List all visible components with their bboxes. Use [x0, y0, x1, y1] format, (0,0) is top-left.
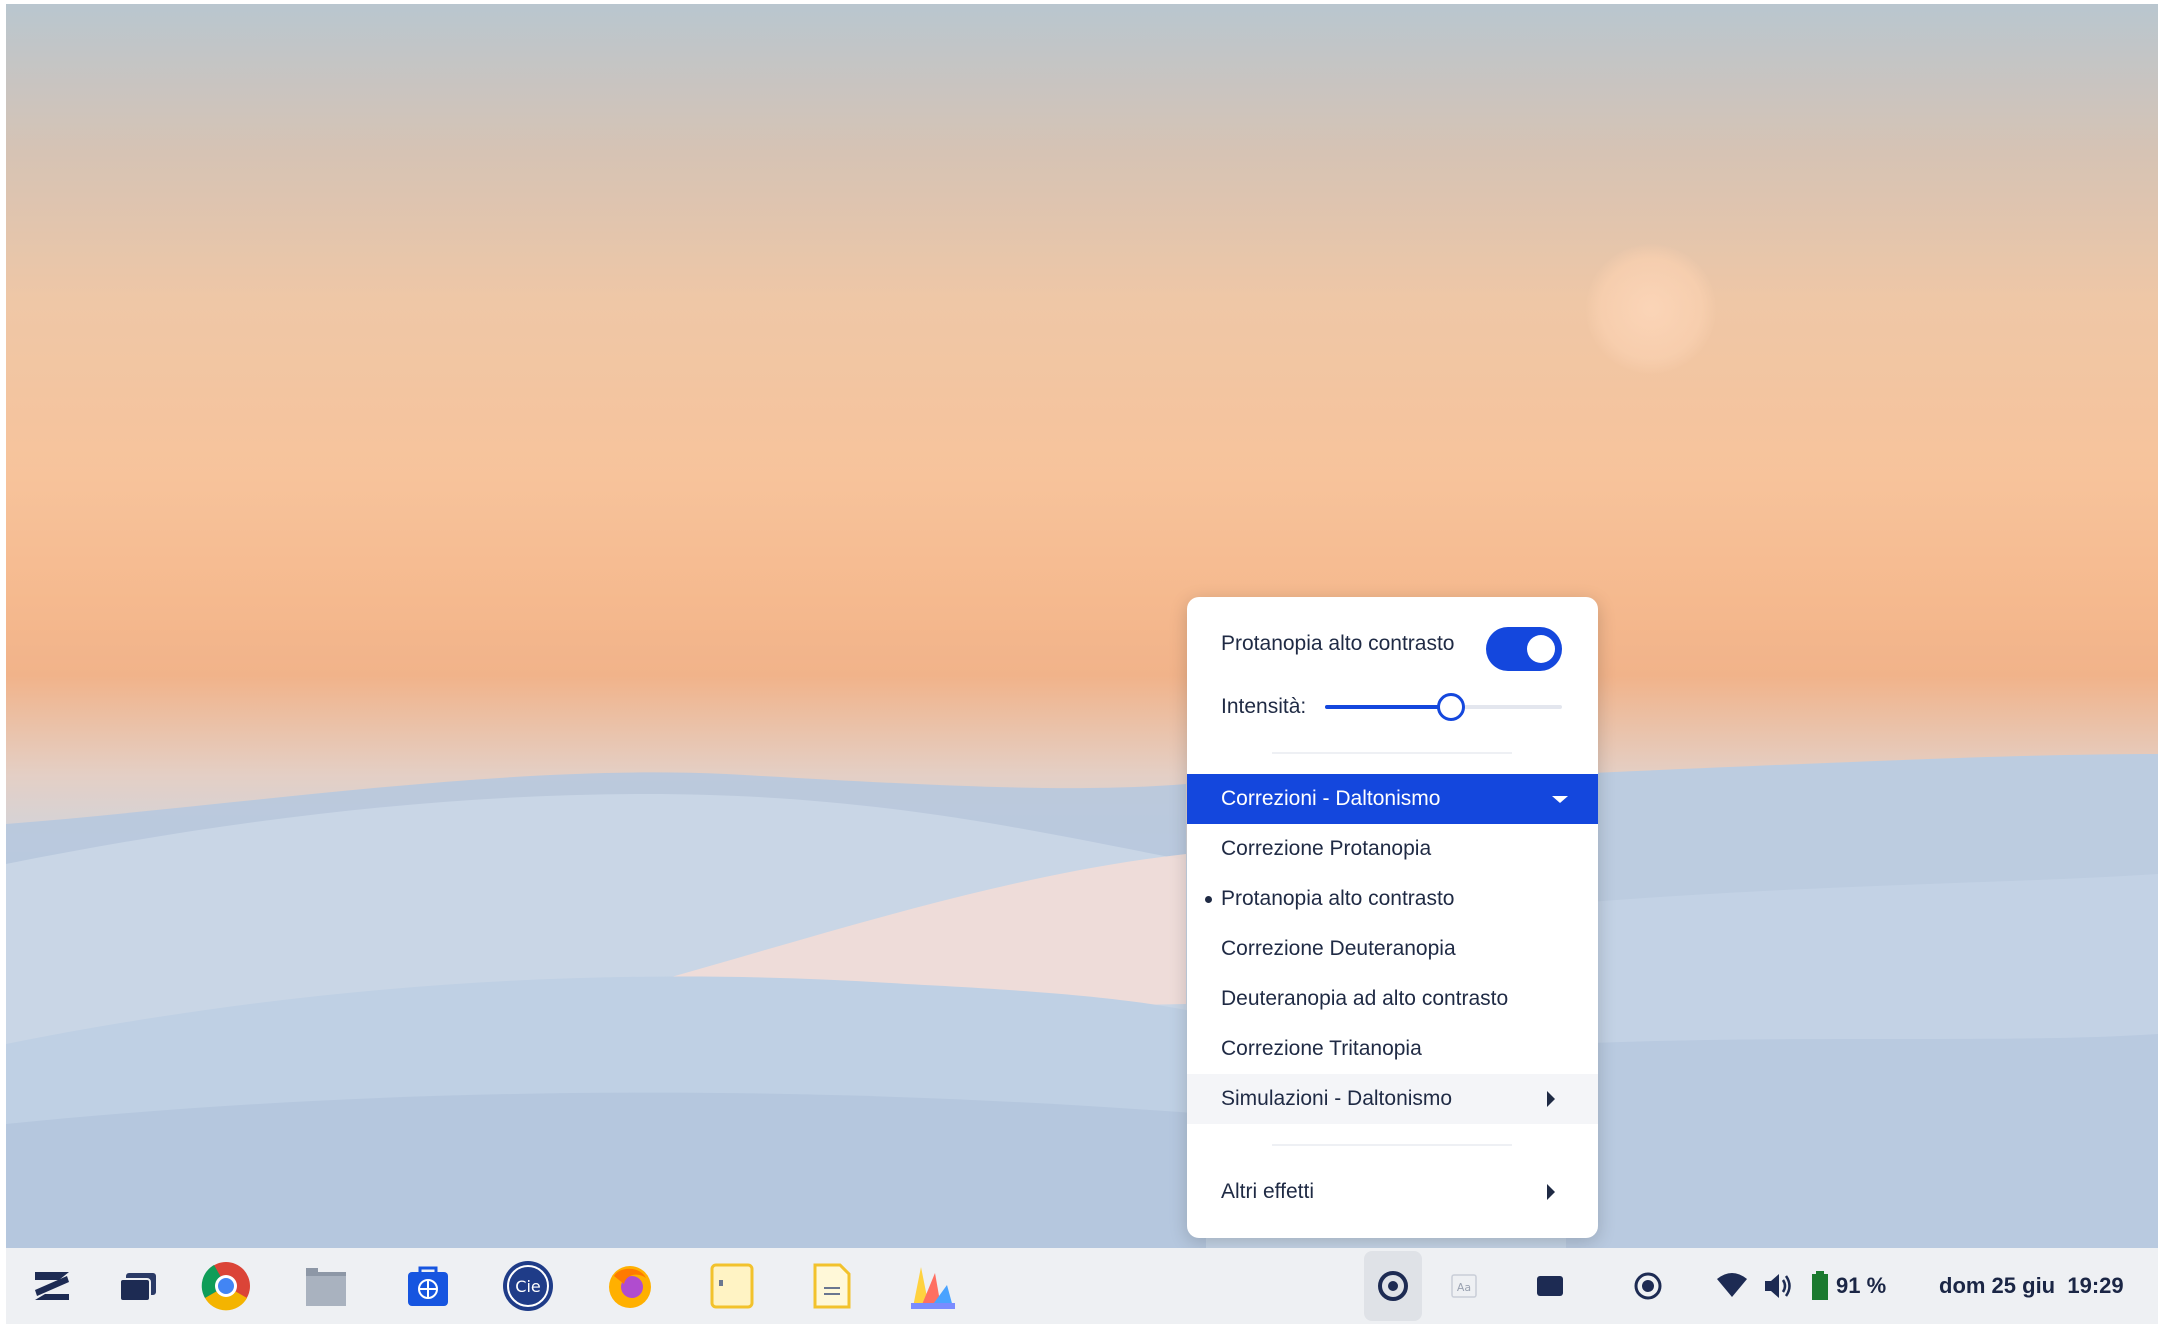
- intensity-row: Intensità:: [1187, 682, 1598, 732]
- color-app-icon[interactable]: [906, 1260, 958, 1312]
- corrections-header[interactable]: Correzioni - Daltonismo: [1187, 774, 1598, 824]
- record-icon[interactable]: [1622, 1260, 1674, 1312]
- other-effects-label: Altri effetti: [1221, 1180, 1314, 1203]
- window-overview-icon[interactable]: [112, 1260, 164, 1312]
- wifi-icon[interactable]: [1706, 1260, 1758, 1312]
- text-editor-icon[interactable]: [706, 1260, 758, 1312]
- desktop-wallpaper: [6, 4, 2158, 1248]
- option-protanopia-alto-contrasto[interactable]: Protanopia alto contrasto: [1187, 874, 1598, 924]
- separator: [1272, 752, 1512, 754]
- battery-percentage: 91 %: [1836, 1273, 1887, 1298]
- firefox-icon[interactable]: [604, 1260, 656, 1312]
- option-correzione-protanopia[interactable]: Correzione Protanopia: [1187, 824, 1598, 874]
- option-label: Correzione Deuteranopia: [1221, 937, 1456, 960]
- toggle-label: Protanopia alto contrasto: [1221, 632, 1455, 655]
- display-icon[interactable]: [1524, 1260, 1576, 1312]
- option-correzione-tritanopia[interactable]: Correzione Tritanopia: [1187, 1024, 1598, 1074]
- chevron-right-icon: [1547, 1184, 1555, 1200]
- cieid-icon[interactable]: Cie: [502, 1260, 554, 1312]
- intensity-label: Intensità:: [1221, 695, 1307, 718]
- option-label: Protanopia alto contrasto: [1221, 887, 1455, 910]
- selected-bullet-icon: [1205, 896, 1212, 903]
- other-effects-submenu[interactable]: Altri effetti: [1187, 1167, 1598, 1217]
- screen-filter-icon[interactable]: [1367, 1260, 1419, 1312]
- option-label: Correzione Tritanopia: [1221, 1037, 1422, 1060]
- option-correzione-deuteranopia[interactable]: Correzione Deuteranopia: [1187, 924, 1598, 974]
- high-contrast-toggle[interactable]: [1486, 627, 1562, 671]
- software-store-icon[interactable]: [402, 1260, 454, 1312]
- wallpaper-dunes: [6, 754, 2158, 1248]
- clock[interactable]: dom 25 giu 19:29: [1939, 1248, 2124, 1324]
- corrections-header-label: Correzioni - Daltonismo: [1221, 787, 1441, 810]
- option-label: Correzione Protanopia: [1221, 837, 1432, 860]
- option-label: Deuteranopia ad alto contrasto: [1221, 987, 1509, 1010]
- separator: [1272, 1144, 1512, 1146]
- chevron-down-icon: [1552, 796, 1568, 803]
- svg-text:Cie: Cie: [515, 1277, 540, 1296]
- zorin-menu-icon[interactable]: [26, 1260, 78, 1312]
- chevron-right-icon: [1547, 1091, 1555, 1107]
- intensity-slider[interactable]: [1325, 693, 1562, 721]
- intensity-slider-fill: [1325, 705, 1451, 709]
- font-aa-icon[interactable]: Aa: [1438, 1260, 1490, 1312]
- document-viewer-icon[interactable]: [806, 1260, 858, 1312]
- simulations-label: Simulazioni - Daltonismo: [1221, 1087, 1453, 1110]
- svg-text:Aa: Aa: [1457, 1281, 1471, 1294]
- simulations-submenu[interactable]: Simulazioni - Daltonismo: [1187, 1074, 1598, 1124]
- toggle-knob: [1527, 635, 1555, 663]
- taskbar: Cie Aa 91 % dom 25 giu 19:29: [6, 1248, 2158, 1324]
- intensity-slider-thumb[interactable]: [1436, 693, 1465, 721]
- chrome-icon[interactable]: [200, 1260, 252, 1312]
- option-deuteranopia-alto-contrasto[interactable]: Deuteranopia ad alto contrasto: [1187, 974, 1598, 1024]
- color-filter-popup: Protanopia alto contrasto Intensità: Cor…: [1187, 597, 1598, 1238]
- files-icon[interactable]: [300, 1260, 352, 1312]
